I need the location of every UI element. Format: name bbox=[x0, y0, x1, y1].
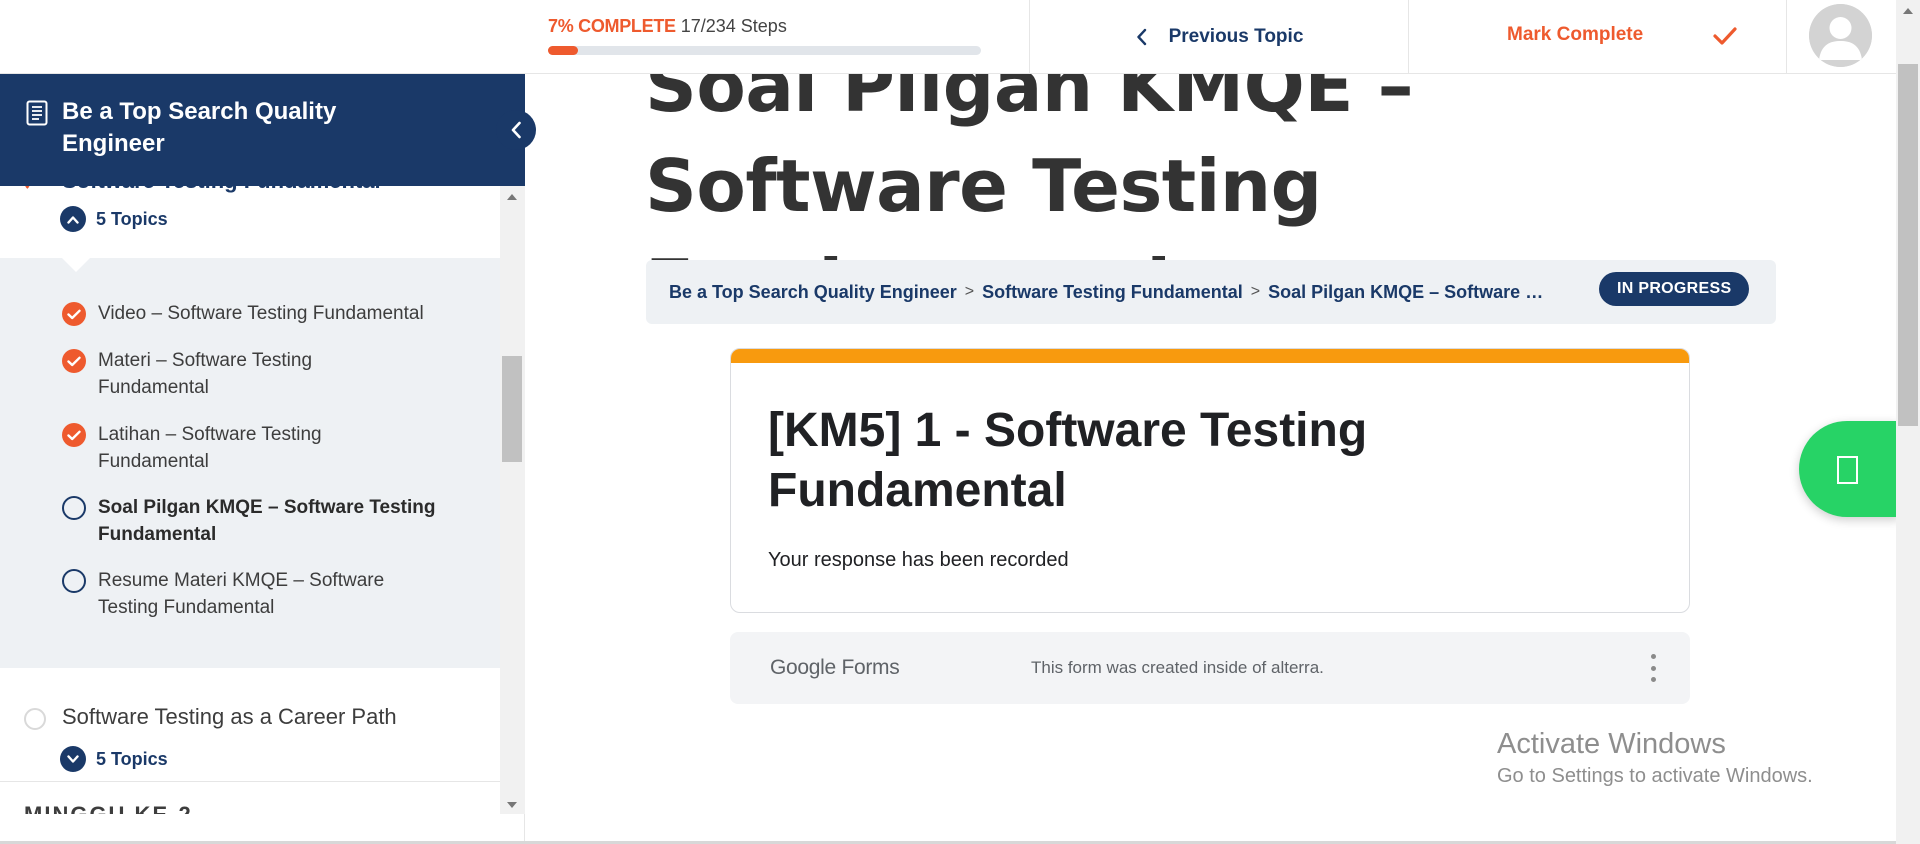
top-bar: 7% COMPLETE 17/234 Steps Previous Topic … bbox=[0, 0, 1896, 74]
progress-steps: 17/234 Steps bbox=[680, 16, 787, 36]
topic-item[interactable]: Materi – Software Testing Fundamental bbox=[62, 347, 462, 401]
sidebar-collapse-button[interactable] bbox=[496, 110, 536, 150]
form-color-strip bbox=[731, 349, 1689, 363]
user-silhouette-icon bbox=[1809, 4, 1872, 67]
section-title[interactable]: MINGGU KE-2 bbox=[24, 802, 193, 814]
app-root: Be a Top Search Quality Engineer Softwar… bbox=[0, 0, 1920, 844]
user-avatar[interactable] bbox=[1809, 4, 1872, 67]
topics-count-label: 5 Topics bbox=[96, 208, 168, 229]
google-forms-logo[interactable]: Google Forms bbox=[770, 656, 900, 680]
panel-notch bbox=[62, 258, 90, 272]
topic-label[interactable]: Latihan – Software Testing Fundamental bbox=[98, 421, 358, 475]
lesson-content: Soal Pilgan KMQE – Software Testing Fund… bbox=[526, 0, 1896, 844]
book-icon bbox=[26, 100, 48, 126]
form-title: [KM5] 1 - Software Testing Fundamental bbox=[768, 404, 1368, 517]
more-options-icon[interactable] bbox=[1648, 654, 1658, 682]
check-circle-icon bbox=[62, 423, 86, 447]
checkmark-icon bbox=[1713, 27, 1737, 45]
chevron-up-icon bbox=[60, 206, 86, 232]
page-scrollbar[interactable] bbox=[1896, 0, 1920, 844]
page-scrollbar-thumb[interactable] bbox=[1898, 64, 1918, 426]
progress-bar-fill bbox=[548, 46, 579, 55]
chat-float-button[interactable] bbox=[1799, 421, 1899, 517]
windows-activation-watermark: Activate Windows Go to Settings to activ… bbox=[1497, 728, 1813, 788]
scroll-up-arrow-icon[interactable] bbox=[507, 194, 517, 200]
breadcrumb-bar: Be a Top Search Quality Engineer > Softw… bbox=[646, 260, 1776, 324]
breadcrumb-link-section[interactable]: Software Testing Fundamental bbox=[982, 282, 1243, 303]
scroll-up-arrow-icon[interactable] bbox=[1903, 8, 1913, 14]
form-confirmation-message: Your response has been recorded bbox=[768, 549, 1069, 571]
mark-complete-label: Mark Complete bbox=[1507, 24, 1644, 45]
breadcrumb-link-course[interactable]: Be a Top Search Quality Engineer bbox=[669, 282, 957, 303]
sidebar-scroll-area: Software Testing Fundamental 5 Topics Vi… bbox=[0, 186, 500, 814]
form-footer: Google Forms This form was created insid… bbox=[730, 632, 1690, 704]
topic-item[interactable]: Resume Materi KMQE – Software Testing Fu… bbox=[62, 567, 462, 621]
topics-collapse-toggle[interactable]: 5 Topics bbox=[60, 206, 168, 232]
progress-bar bbox=[548, 46, 981, 55]
topic-item[interactable]: Video – Software Testing Fundamental bbox=[62, 300, 462, 327]
empty-circle-icon bbox=[62, 569, 86, 593]
course-header[interactable]: Be a Top Search Quality Engineer bbox=[0, 74, 525, 186]
topic-label[interactable]: Resume Materi KMQE – Software Testing Fu… bbox=[98, 567, 418, 621]
topic-item[interactable]: Latihan – Software Testing Fundamental bbox=[62, 421, 462, 475]
section-progress-ring-icon bbox=[24, 186, 46, 192]
chat-icon bbox=[1837, 456, 1858, 484]
chevron-down-icon bbox=[60, 746, 86, 772]
topic-label[interactable]: Soal Pilgan KMQE – Software Testing Fund… bbox=[98, 494, 458, 548]
breadcrumb-separator-icon: > bbox=[964, 283, 975, 300]
section-career-path[interactable]: Software Testing as a Career Path 5 Topi… bbox=[0, 668, 500, 782]
previous-topic-button[interactable]: Previous Topic bbox=[1030, 0, 1408, 74]
check-circle-icon bbox=[62, 302, 86, 326]
progress-percent: 7% COMPLETE bbox=[548, 16, 676, 36]
chevron-left-icon bbox=[511, 121, 521, 139]
sidebar-scrollbar[interactable] bbox=[500, 186, 525, 814]
status-badge: IN PROGRESS bbox=[1599, 272, 1750, 306]
topic-item-current[interactable]: Soal Pilgan KMQE – Software Testing Fund… bbox=[62, 494, 462, 548]
course-progress: 7% COMPLETE 17/234 Steps bbox=[548, 16, 984, 55]
section-status-circle-icon bbox=[24, 708, 46, 730]
watermark-line2: Go to Settings to activate Windows. bbox=[1497, 765, 1813, 787]
form-footer-note: This form was created inside of alterra. bbox=[1031, 658, 1324, 677]
breadcrumb-current: Soal Pilgan KMQE – Software Testing Fund… bbox=[1268, 281, 1550, 302]
watermark-line1: Activate Windows bbox=[1497, 728, 1726, 760]
topic-label[interactable]: Video – Software Testing Fundamental bbox=[98, 300, 424, 327]
check-circle-icon bbox=[62, 349, 86, 373]
section-title[interactable]: Software Testing Fundamental bbox=[62, 186, 381, 194]
scrollbar-thumb[interactable] bbox=[502, 356, 522, 462]
topic-label[interactable]: Materi – Software Testing Fundamental bbox=[98, 347, 358, 401]
section-next-partial[interactable]: MINGGU KE-2 bbox=[0, 782, 500, 814]
google-form-card: [KM5] 1 - Software Testing Fundamental Y… bbox=[730, 348, 1690, 613]
mark-complete-button[interactable]: Mark Complete bbox=[1409, 0, 1786, 74]
previous-topic-label: Previous Topic bbox=[1168, 26, 1304, 47]
course-sidebar: Be a Top Search Quality Engineer Softwar… bbox=[0, 0, 525, 844]
course-title[interactable]: Be a Top Search Quality Engineer bbox=[62, 96, 402, 160]
topics-expand-toggle[interactable]: 5 Topics bbox=[60, 746, 168, 772]
topics-count-label: 5 Topics bbox=[96, 748, 168, 769]
section-title[interactable]: Software Testing as a Career Path bbox=[62, 704, 397, 730]
scroll-down-arrow-icon[interactable] bbox=[507, 802, 517, 808]
empty-circle-icon bbox=[62, 496, 86, 520]
breadcrumb-separator-icon: > bbox=[1250, 283, 1261, 300]
progress-text: 7% COMPLETE 17/234 Steps bbox=[548, 16, 984, 37]
breadcrumb: Be a Top Search Quality Engineer > Softw… bbox=[669, 260, 1550, 324]
chevron-left-icon bbox=[1136, 28, 1146, 46]
